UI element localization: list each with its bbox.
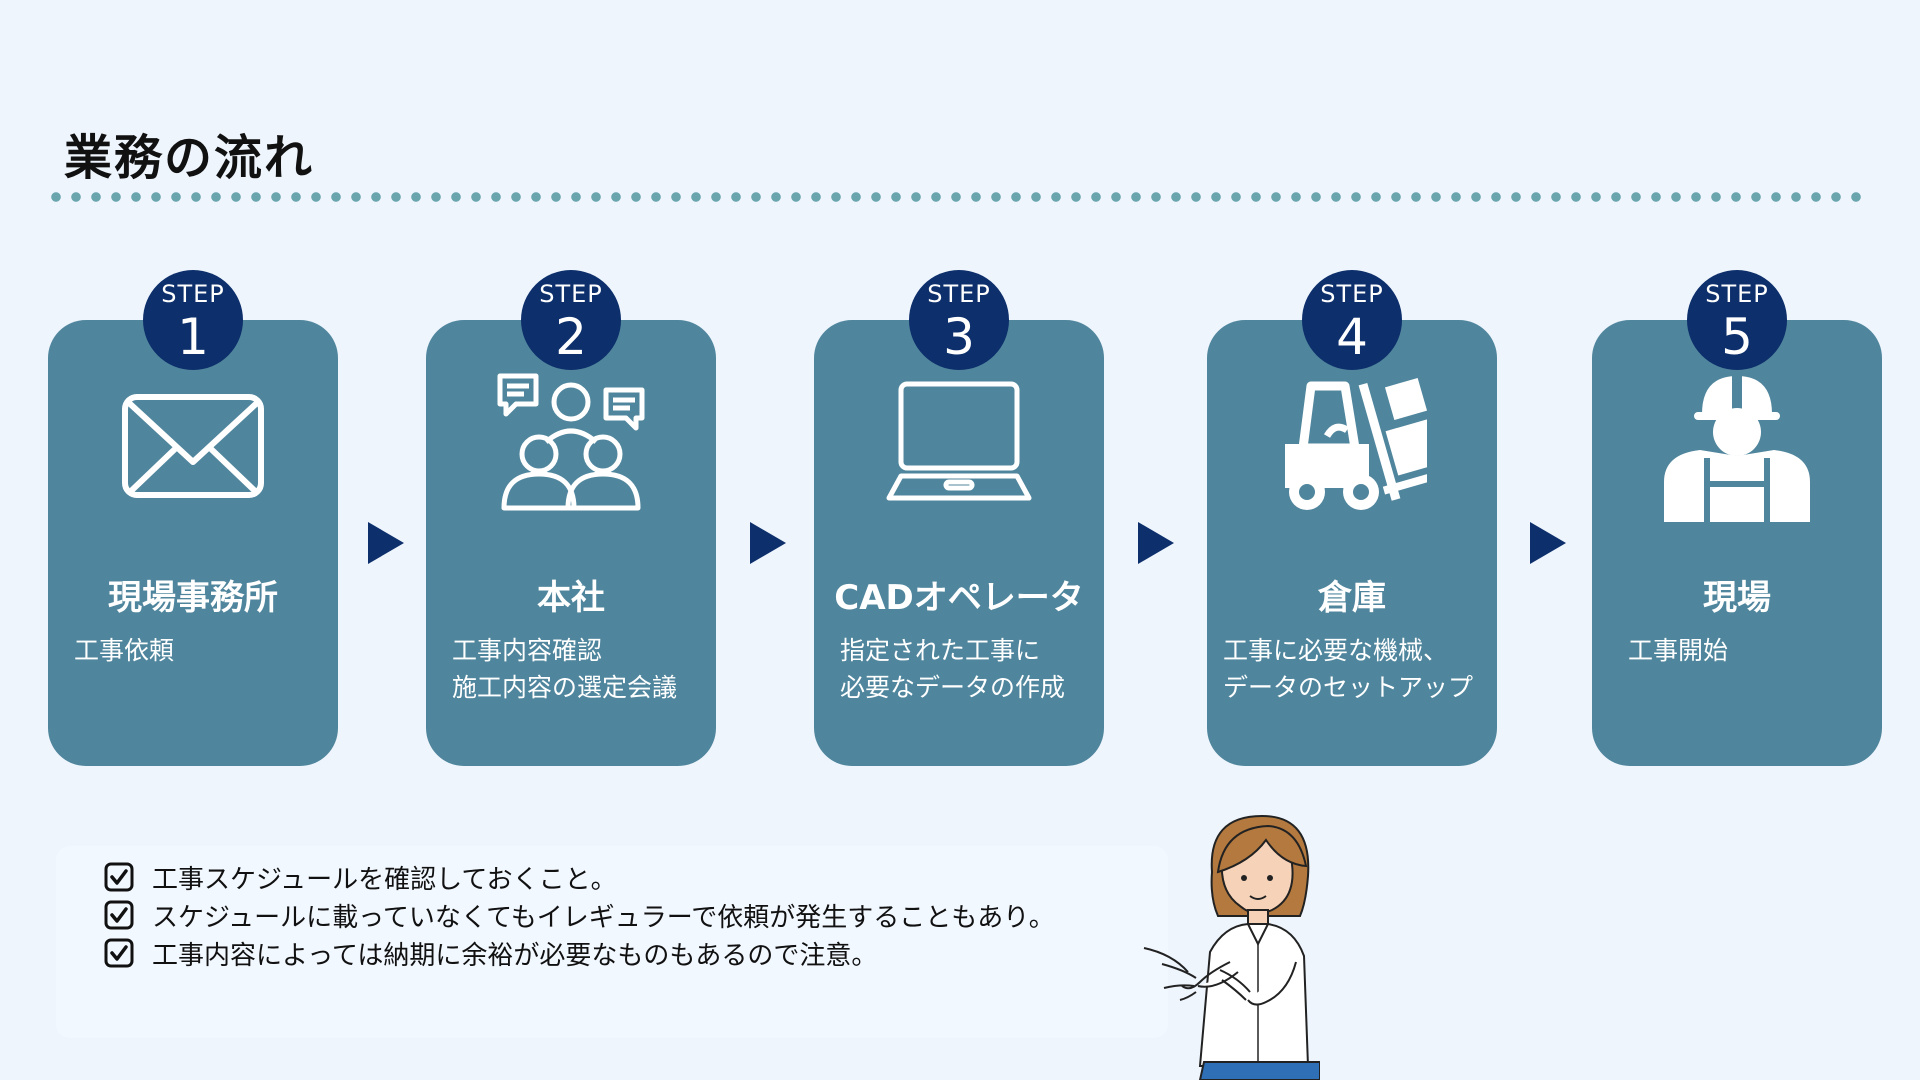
step-label: STEP — [539, 280, 603, 308]
note-item: 工事内容によっては納期に余裕が必要なものもあるので注意。 — [104, 936, 878, 971]
dotted-divider — [46, 190, 1862, 204]
flow-arrow-icon — [750, 522, 786, 564]
step-number: 2 — [555, 308, 587, 366]
step-badge: STEP 2 — [521, 270, 621, 370]
step-title: 倉庫 — [1318, 578, 1386, 618]
flow-arrow-icon — [1138, 522, 1174, 564]
step-label: STEP — [927, 280, 991, 308]
step-label: STEP — [1705, 280, 1769, 308]
step-number: 1 — [177, 308, 209, 366]
laptop-icon — [886, 381, 1032, 501]
step-title: 現場 — [1703, 578, 1771, 618]
step-description-line: 施工内容の選定会議 — [452, 673, 678, 702]
step-description-line: 指定された工事に — [840, 636, 1041, 665]
step-card-5: STEP 5 現場 工事開始 — [1592, 270, 1882, 766]
note-item: 工事スケジュールを確認しておくこと。 — [104, 860, 617, 895]
worker-icon — [1664, 376, 1810, 522]
step-label: STEP — [161, 280, 225, 308]
step-card-2: STEP 2 本社 工事内容確認 施工内容の選定会議 — [426, 270, 716, 766]
pointing-woman-illustration — [1143, 814, 1320, 1080]
slide: 業務の流れ STEP 1 現場事務所 工事依頼 STEP 2 本社 工事内容確認… — [0, 0, 1920, 1080]
page-title: 業務の流れ — [64, 130, 315, 186]
step-description-line: 必要なデータの作成 — [840, 673, 1066, 702]
note-item: スケジュールに載っていなくてもイレギュラーで依頼が発生することもあり。 — [104, 898, 1055, 933]
step-title: 本社 — [537, 578, 605, 618]
step-number: 5 — [1721, 308, 1753, 366]
step-description-line: 工事開始 — [1628, 636, 1729, 665]
envelope-icon — [122, 394, 264, 498]
step-description: 工事内容確認 施工内容の選定会議 — [452, 632, 706, 706]
step-card-1: STEP 1 現場事務所 工事依頼 — [48, 270, 338, 766]
step-description-line: データのセットアップ — [1223, 673, 1474, 702]
checkbox-icon — [104, 862, 134, 892]
notes-box: 工事スケジュールを確認しておくこと。 スケジュールに載っていなくてもイレギュラー… — [56, 846, 1168, 1038]
step-description: 工事依頼 — [74, 632, 328, 669]
step-description-line: 工事依頼 — [74, 636, 175, 665]
step-description: 工事開始 — [1628, 632, 1872, 669]
step-title: 現場事務所 — [108, 578, 278, 618]
checkbox-icon — [104, 900, 134, 930]
note-text: 工事スケジュールを確認しておくこと。 — [152, 864, 617, 895]
meeting-icon — [497, 373, 645, 511]
step-description-line: 工事に必要な機械、 — [1223, 636, 1449, 665]
flow-arrow-icon — [1530, 522, 1566, 564]
flow-arrow-icon — [368, 522, 404, 564]
step-badge: STEP 1 — [143, 270, 243, 370]
step-badge: STEP 4 — [1302, 270, 1402, 370]
step-title: CADオペレータ — [834, 578, 1084, 618]
step-number: 4 — [1336, 308, 1368, 366]
step-badge: STEP 5 — [1687, 270, 1787, 370]
step-card-4: STEP 4 倉庫 工事に必要な機械、 データのセットアップ — [1207, 270, 1497, 766]
step-label: STEP — [1320, 280, 1384, 308]
step-number: 3 — [943, 308, 975, 366]
note-text: 工事内容によっては納期に余裕が必要なものもあるので注意。 — [152, 940, 878, 971]
step-description: 工事に必要な機械、 データのセットアップ — [1223, 632, 1487, 706]
step-badge: STEP 3 — [909, 270, 1009, 370]
checkbox-icon — [104, 938, 134, 968]
step-card-3: STEP 3 CADオペレータ 指定された工事に 必要なデータの作成 — [814, 270, 1104, 766]
step-description: 指定された工事に 必要なデータの作成 — [840, 632, 1094, 706]
step-description-line: 工事内容確認 — [452, 636, 603, 665]
forklift-icon — [1285, 377, 1427, 510]
note-text: スケジュールに載っていなくてもイレギュラーで依頼が発生することもあり。 — [152, 902, 1055, 933]
